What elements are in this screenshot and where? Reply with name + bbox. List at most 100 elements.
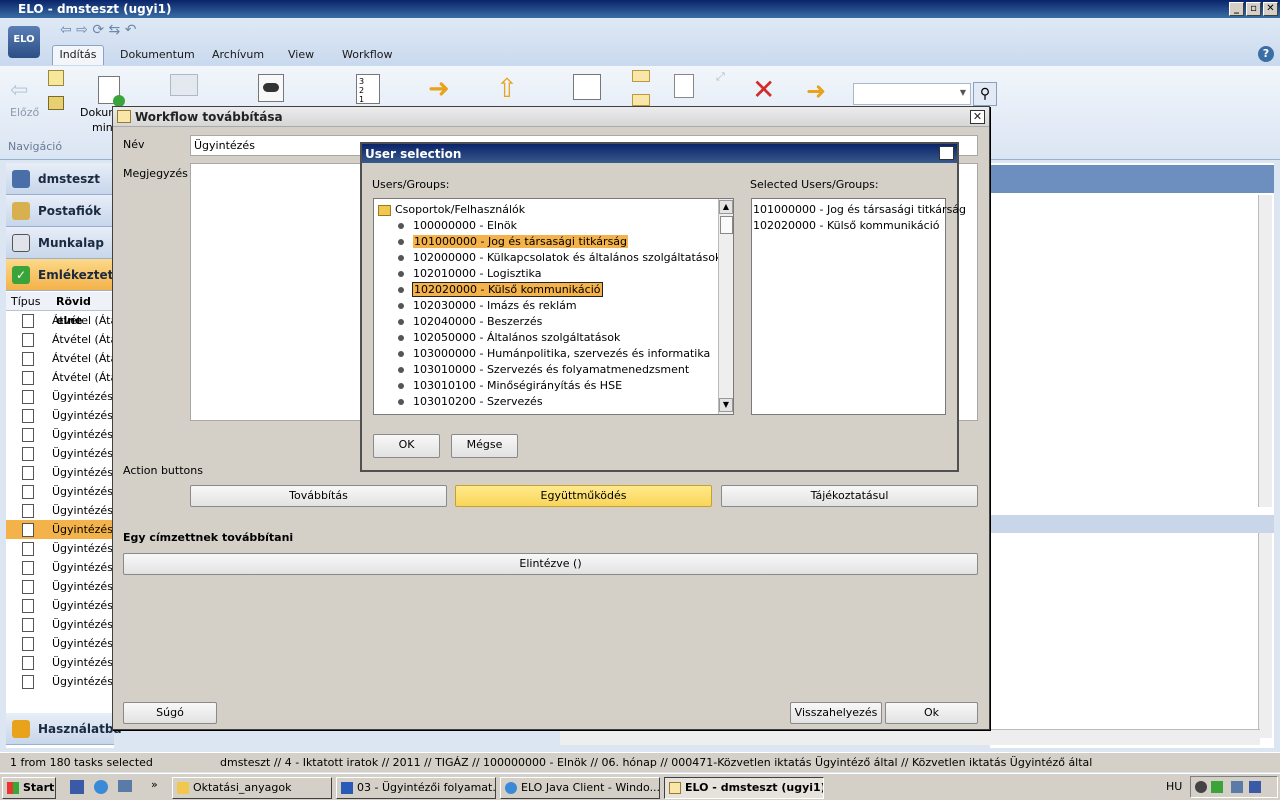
task-row[interactable]: Ügyintézés [6, 387, 114, 406]
minimize-button[interactable]: _ [1229, 2, 1244, 16]
tree-item[interactable]: 103010100 - Minőségirányítás és HSE [398, 378, 622, 394]
tree-item[interactable]: 102000000 - Külkapcsolatok és általános … [398, 250, 721, 266]
task-row[interactable]: Ügyintézés [6, 425, 114, 444]
nav-emlekezteto[interactable]: ✓ Emlékeztető [6, 259, 122, 291]
nav-postafiok[interactable]: Postafiók (1 [6, 195, 114, 250]
task-row[interactable]: Ügyintézés [6, 653, 114, 672]
help-button[interactable]: Súgó [123, 702, 217, 724]
cooperation-button[interactable]: Együttműködés [455, 485, 712, 507]
task-row[interactable]: Ügyintézés [6, 406, 114, 425]
doc-arrow-icon[interactable] [48, 70, 64, 86]
taskbar-btn-elo-java[interactable]: ELO Java Client - Windo... [500, 777, 660, 799]
tab-view[interactable]: View [288, 48, 314, 61]
task-row[interactable]: Ügyintézés [6, 482, 114, 501]
close-icon[interactable]: ✕ [970, 110, 985, 124]
task-row[interactable]: Ügyintézés [6, 596, 114, 615]
task-row[interactable]: Ügyintézés [6, 520, 114, 539]
tree-root[interactable]: Csoportok/Felhasználók [378, 202, 525, 218]
tree-item[interactable]: 102050000 - Általános szolgáltatások [398, 330, 620, 346]
forward-button[interactable]: Továbbítás [190, 485, 447, 507]
task-row[interactable]: Ügyintézés [6, 501, 114, 520]
task-row[interactable]: Átvétel (Áta [6, 311, 114, 330]
tree-item[interactable]: 103010000 - Szervezés és folyamatmenedzs… [398, 362, 689, 378]
task-row[interactable]: Átvétel (Áta [6, 349, 114, 368]
info-button[interactable]: Tájékoztatásul [721, 485, 978, 507]
tree-item[interactable]: 102030000 - Imázs és reklám [398, 298, 577, 314]
back-arrow-icon[interactable]: ⇦ [10, 78, 36, 103]
new-folder-icon[interactable] [170, 74, 198, 96]
tab-inditas[interactable]: Indítás [52, 45, 104, 65]
task-row[interactable]: Átvétel (Áta [6, 330, 114, 349]
task-row[interactable]: Ügyintézés [6, 615, 114, 634]
home-icon[interactable] [48, 96, 64, 110]
view-eye-icon[interactable] [258, 74, 284, 102]
copy-icon[interactable] [674, 74, 694, 98]
taskbar-btn-elo[interactable]: ELO - dmsteszt (ugyi1) [664, 777, 824, 799]
up-arrow-icon[interactable]: ⇧ [496, 76, 518, 102]
task-row[interactable]: Ügyintézés [6, 558, 114, 577]
task-row[interactable]: Ügyintézés [6, 577, 114, 596]
mail-icon-2[interactable] [632, 94, 650, 106]
tree-item[interactable]: 102040000 - Beszerzés [398, 314, 542, 330]
shield-icon[interactable] [1211, 781, 1223, 793]
task-row[interactable]: Átvétel (Áta [6, 368, 114, 387]
col-type[interactable]: Típus [11, 292, 40, 311]
user-ok-button[interactable]: OK [373, 434, 440, 458]
start-button[interactable]: Start [2, 777, 56, 799]
tab-dokumentum[interactable]: Dokumentum [120, 48, 195, 61]
volume-icon[interactable] [1249, 781, 1261, 793]
tree-item[interactable]: 103000000 - Humánpolitika, szervezés és … [398, 346, 710, 362]
edit-note-icon[interactable] [573, 74, 601, 100]
numbered-list-icon[interactable]: 321 [356, 74, 380, 104]
tab-archivum[interactable]: Archívum [212, 48, 264, 61]
close-icon[interactable]: ✕ [939, 146, 954, 160]
resize-icon[interactable]: ⤢ [716, 70, 725, 84]
maximize-button[interactable]: ▫ [1246, 2, 1261, 16]
tree-item[interactable]: 103010200 - Szervezés [398, 394, 543, 410]
forward-workflow-icon[interactable]: ➜ [806, 79, 826, 103]
tree-item[interactable]: 102020000 - Külső kommunikáció [398, 282, 603, 298]
selected-item[interactable]: 102020000 - Külső kommunikáció [753, 218, 940, 234]
selected-users-list[interactable]: 101000000 - Jog és társasági titkárság 1… [751, 198, 966, 415]
tray-icon[interactable] [1195, 781, 1207, 793]
quick-access-toolbar[interactable]: ⇦ ⇨ ⟳ ⇆ ↶ [60, 22, 136, 38]
tree-item[interactable]: 100000000 - Elnök [398, 218, 517, 234]
tab-workflow[interactable]: Workflow [342, 48, 393, 61]
search-input[interactable]: ▼ [853, 83, 971, 105]
tree-item[interactable]: 102010000 - Logisztika [398, 266, 541, 282]
scrollbar[interactable] [1258, 195, 1272, 507]
task-row[interactable]: Ügyintézés [6, 444, 114, 463]
nav-munkalap[interactable]: Munkalap [6, 227, 114, 259]
scroll-thumb[interactable] [720, 216, 733, 234]
save-icon[interactable] [70, 780, 84, 794]
elo-menu-button[interactable]: ELO [8, 26, 40, 58]
task-row[interactable]: Ügyintézés [6, 672, 114, 691]
forward-arrow-icon[interactable]: ➜ [428, 76, 450, 102]
close-window-button[interactable]: ✕ [1263, 2, 1278, 16]
users-scrollbar[interactable]: ▲ ▼ [718, 199, 733, 414]
scroll-up-icon[interactable]: ▲ [719, 200, 733, 214]
horizontal-scrollbar[interactable] [560, 729, 1260, 745]
language-indicator[interactable]: HU [1166, 780, 1182, 793]
preview-scrollbar[interactable] [1258, 533, 1272, 738]
ok-button[interactable]: Ok [885, 702, 978, 724]
help-icon[interactable]: ? [1258, 46, 1274, 62]
task-row[interactable]: Ügyintézés [6, 463, 114, 482]
mail-icon[interactable] [632, 70, 650, 82]
search-icon[interactable]: ⚲ [973, 82, 997, 106]
nav-dmsteszt[interactable]: dmsteszt [6, 163, 114, 195]
tree-item[interactable]: 101000000 - Jog és társasági titkárság [398, 234, 629, 250]
delete-icon[interactable]: ✕ [752, 76, 775, 104]
ie-icon[interactable] [94, 780, 108, 794]
taskbar-btn-oktatasi[interactable]: Oktatási_anyagok [172, 777, 332, 799]
done-button[interactable]: Elintézve () [123, 553, 978, 575]
task-row[interactable]: Ügyintézés [6, 539, 114, 558]
selected-item[interactable]: 101000000 - Jog és társasági titkárság [753, 202, 966, 218]
back-label[interactable]: Előző [10, 106, 39, 119]
scroll-down-icon[interactable]: ▼ [719, 398, 733, 412]
taskbar-btn-word[interactable]: 03 - Ügyintézői folyamat... [336, 777, 496, 799]
expand-icon[interactable]: » [151, 778, 158, 791]
users-tree[interactable]: Csoportok/Felhasználók 100000000 - Elnök… [373, 198, 734, 415]
network-icon[interactable] [1231, 781, 1243, 793]
desktop-icon[interactable] [118, 780, 132, 792]
